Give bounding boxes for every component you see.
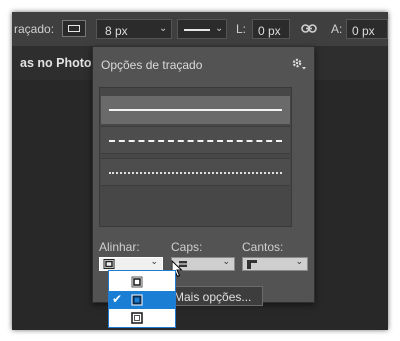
align-option-outside[interactable] xyxy=(109,309,175,327)
link-icon[interactable] xyxy=(301,23,317,35)
width-field[interactable]: 0 px xyxy=(252,19,290,39)
height-field[interactable]: 0 px xyxy=(346,19,388,39)
chevron-down-icon: ⌄ xyxy=(215,23,224,34)
stroke-swatch-icon xyxy=(68,25,80,32)
line-style-dashed[interactable] xyxy=(101,126,290,154)
caps-label: Caps: xyxy=(171,240,203,254)
stroke-options-panel: Opções de traçado Alinhar: Caps: Cantos: xyxy=(92,46,315,303)
align-center-icon xyxy=(131,294,143,306)
align-center-icon xyxy=(103,259,115,269)
options-bar: raçado: 8 px ⌄ ⌄ L: 0 px A: 0 px xyxy=(12,12,388,47)
chevron-down-icon: ⌄ xyxy=(295,256,303,266)
corners-label: Cantos: xyxy=(242,240,284,254)
stroke-color-swatch[interactable] xyxy=(62,20,86,37)
line-style-solid[interactable] xyxy=(101,96,290,124)
align-inside-icon xyxy=(131,276,143,288)
stroke-width-field[interactable]: 8 px ⌄ xyxy=(96,19,172,39)
checkmark-icon: ✔ xyxy=(112,292,123,306)
solid-line-icon xyxy=(184,29,210,31)
line-style-dotted[interactable] xyxy=(101,158,290,186)
align-dropdown[interactable]: ⌄ xyxy=(99,256,163,271)
width-label: L: xyxy=(236,22,247,36)
more-options-label: Mais opções... xyxy=(174,290,252,304)
solid-line-icon xyxy=(109,109,282,111)
corners-miter-icon xyxy=(247,260,257,269)
width-value: 0 px xyxy=(258,24,281,38)
stroke-type-picker[interactable]: ⌄ xyxy=(177,19,227,39)
chevron-down-icon: ⌄ xyxy=(159,23,168,34)
document-tab-title[interactable]: as no Photos xyxy=(20,56,98,70)
stroke-width-value: 8 px xyxy=(105,24,128,38)
more-options-button[interactable]: Mais opções... xyxy=(163,286,263,306)
align-label: Alinhar: xyxy=(99,240,140,254)
align-outside-icon xyxy=(131,312,143,324)
gear-icon[interactable] xyxy=(291,57,307,71)
chevron-down-icon: ⌄ xyxy=(150,256,158,266)
height-value: 0 px xyxy=(352,24,375,38)
align-option-center[interactable]: ✔ xyxy=(109,291,175,309)
dashed-line-icon xyxy=(109,140,282,142)
align-option-inside[interactable] xyxy=(109,273,175,291)
dotted-line-icon xyxy=(109,172,282,174)
line-style-list xyxy=(99,87,292,227)
align-options-menu: ✔ xyxy=(108,270,176,328)
photoshop-window: raçado: 8 px ⌄ ⌄ L: 0 px A: 0 px as no P… xyxy=(12,12,388,330)
chevron-down-icon: ⌄ xyxy=(222,256,230,266)
corners-dropdown[interactable]: ⌄ xyxy=(242,256,308,271)
panel-title: Opções de traçado xyxy=(101,58,203,72)
height-label: A: xyxy=(331,22,343,36)
stroke-label: raçado: xyxy=(14,22,55,36)
